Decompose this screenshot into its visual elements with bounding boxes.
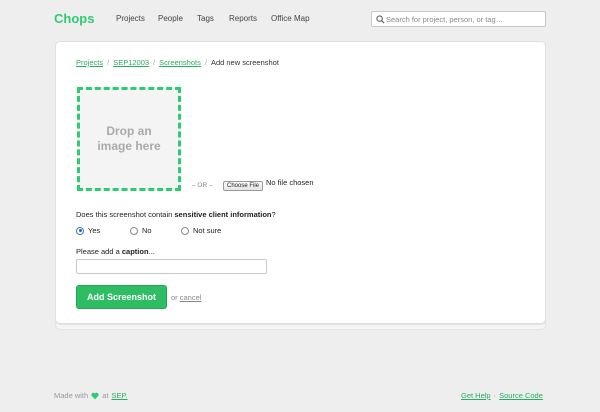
dropzone-text: Drop an image here (97, 124, 161, 153)
nav-link-reports[interactable]: Reports (229, 14, 257, 23)
question-bold: sensitive client information (174, 210, 272, 219)
nav-link-projects[interactable]: Projects (116, 14, 145, 23)
radio-label-no: No (142, 226, 152, 235)
cancel-area: or cancel (171, 293, 201, 302)
get-help-link[interactable]: Get Help (461, 391, 491, 400)
made-with-text: Made with (54, 391, 89, 400)
caption-label: Please add a caption... (76, 247, 155, 256)
footer-credit: Made with at SEP. (54, 391, 128, 400)
breadcrumb-projects[interactable]: Projects (76, 58, 103, 67)
breadcrumb-screenshots[interactable]: Screenshots (159, 58, 201, 67)
cancel-link[interactable]: cancel (180, 293, 202, 302)
caption-input[interactable] (76, 259, 267, 274)
breadcrumb-separator: / (204, 58, 207, 67)
footer-separator: · (493, 391, 497, 400)
main-card: Projects / SEP12003/Screenshots / Add new sc… (55, 41, 546, 324)
radio-button-not-sure[interactable] (181, 226, 189, 235)
file-status: No file chosen (266, 178, 314, 187)
top-nav: Chops Projects People Tags Reports Offic… (0, 0, 600, 38)
caption-prefix: Please add a (76, 247, 122, 256)
radio-label-not-sure: Not sure (193, 226, 222, 235)
add-screenshot-button[interactable]: Add Screenshot (76, 285, 167, 309)
search-box[interactable] (371, 11, 546, 27)
or-divider: – OR – (192, 182, 213, 189)
brand-logo[interactable]: Chops (54, 11, 94, 26)
footer-links: Get Help · Source Code (461, 391, 543, 400)
radio-option-no[interactable]: No (130, 226, 152, 235)
nav-link-office-map[interactable]: Office Map (271, 14, 310, 23)
nav-link-tags[interactable]: Tags (197, 14, 214, 23)
nav-link-people[interactable]: People (158, 14, 183, 23)
radio-option-not-sure[interactable]: Not sure (181, 226, 221, 235)
breadcrumb: Projects / SEP12003/Screenshots / Add new sc… (76, 58, 279, 67)
at-text: at (102, 391, 109, 400)
image-dropzone[interactable]: Drop an image here (77, 87, 181, 191)
breadcrumb-current: Add new screenshot (210, 58, 279, 67)
sep-link[interactable]: SEP. (111, 391, 127, 400)
radio-option-yes[interactable]: Yes (76, 226, 100, 235)
radio-button-yes[interactable] (76, 226, 84, 235)
breadcrumb-separator: / (153, 58, 156, 67)
question-prefix: Does this screenshot contain (76, 210, 175, 219)
radio-button-no[interactable] (130, 226, 138, 235)
source-code-link[interactable]: Source Code (499, 391, 543, 400)
heart-icon (91, 392, 99, 399)
breadcrumb-project-code[interactable]: SEP12003 (113, 58, 149, 67)
or-label: or (171, 293, 178, 302)
sensitive-info-question: Does this screenshot contain sensitive c… (76, 210, 276, 219)
caption-bold: caption (121, 247, 149, 256)
caption-suffix: ... (148, 247, 155, 256)
search-input[interactable] (386, 13, 544, 25)
breadcrumb-separator: / (107, 58, 110, 67)
search-icon (376, 15, 385, 24)
choose-file-button[interactable]: Choose File (223, 181, 264, 191)
question-suffix: ? (271, 210, 276, 219)
radio-label-yes: Yes (88, 226, 101, 235)
